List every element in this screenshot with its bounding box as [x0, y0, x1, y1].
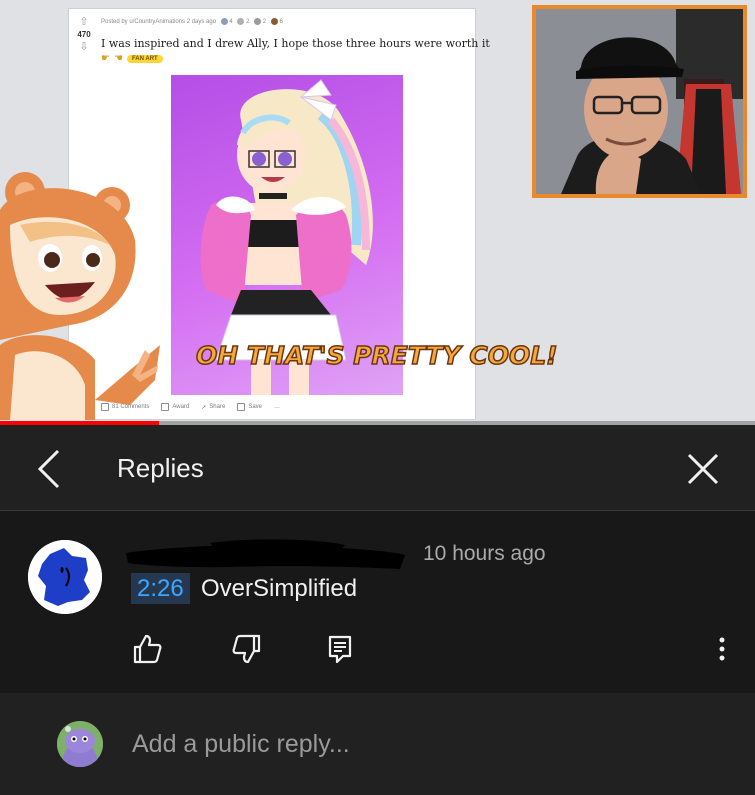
post-score: 470 [77, 30, 91, 39]
downvote-icon: ⇩ [79, 41, 89, 53]
bookmark-icon [237, 403, 246, 411]
comment-thread-item: 10 hours ago 2:26 OverSimplified [0, 511, 755, 693]
bear-mascot-illustration [0, 170, 170, 425]
more-vert-icon [719, 637, 725, 661]
award-count: 4 [229, 19, 233, 26]
commenter-avatar[interactable] [28, 540, 102, 614]
video-caption-overlay: OH THAT'S PRETTY COOL! [195, 340, 558, 371]
save-link: Save [237, 403, 262, 411]
like-button[interactable] [129, 632, 163, 666]
reply-icon [328, 635, 352, 664]
replies-title: Replies [117, 453, 204, 483]
replies-header: Replies [0, 425, 755, 511]
post-meta: Posted by u/CountryAnimations 2 days ago… [101, 18, 283, 25]
thumb-up-icon [133, 634, 162, 664]
reply-button[interactable] [323, 632, 357, 666]
award-icon [237, 18, 245, 25]
post-title: I was inspired and I drew Ally, I hope t… [101, 37, 490, 50]
comment-time: 10 hours ago [423, 542, 546, 565]
purple-creature-avatar-icon [57, 721, 103, 767]
webcam-overlay [532, 5, 747, 198]
flair-badge: FAN ART [126, 55, 163, 63]
close-icon [687, 453, 719, 485]
hand-emoji-icon: ☛ [101, 53, 110, 64]
back-button[interactable] [30, 447, 70, 491]
close-button[interactable] [683, 449, 723, 489]
timestamp-link[interactable]: 2:26 [131, 573, 190, 604]
hand-emoji-icon: ☚ [113, 53, 123, 64]
post-meta-text: Posted by u/CountryAnimations 2 days ago [101, 19, 217, 26]
upvote-icon: ⇧ [79, 16, 89, 28]
video-player[interactable]: ⇧ 470 ⇩ Posted by u/CountryAnimations 2 … [0, 0, 755, 425]
more-link: … [274, 404, 280, 410]
redaction-scribble [126, 539, 405, 569]
user-avatar [57, 721, 103, 767]
comment-text: OverSimplified [201, 575, 358, 602]
share-icon: ➚ [201, 404, 207, 411]
award-count: 2 [262, 19, 267, 26]
vote-column: ⇧ 470 ⇩ [73, 17, 95, 53]
award-icon [270, 18, 278, 25]
france-map-avatar-icon [28, 540, 102, 614]
thumb-down-icon [232, 634, 261, 664]
reply-input[interactable] [130, 723, 694, 765]
more-options-button[interactable] [707, 632, 737, 666]
chevron-left-icon [37, 449, 60, 489]
award-count: 2 [246, 19, 250, 26]
reply-bar [0, 693, 755, 795]
award-icon [254, 18, 262, 25]
award-count: 6 [279, 19, 283, 26]
author-name-redacted [120, 535, 410, 575]
award-icon [220, 18, 228, 25]
post-flairs: ☛ ☚ FAN ART [101, 53, 163, 65]
dislike-button[interactable] [231, 632, 265, 666]
share-link: ➚ Share [201, 404, 226, 411]
